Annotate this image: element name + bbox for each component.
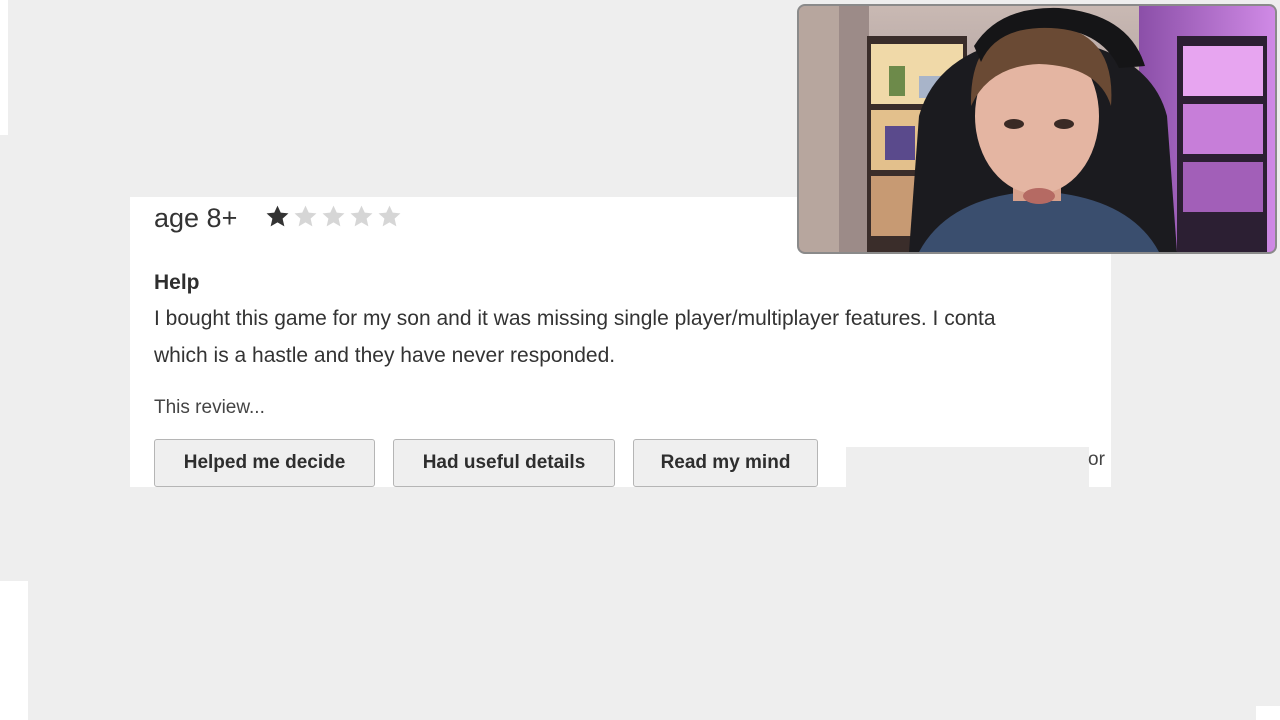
star-icon (294, 205, 317, 227)
star-icon (322, 205, 345, 227)
webcam-video-frame (799, 6, 1275, 252)
review-body: I bought this game for my son and it was… (154, 300, 1111, 374)
helped-me-decide-button[interactable]: Helped me decide (154, 439, 375, 487)
background-fragment (0, 581, 28, 720)
review-body-line: which is a hastle and they have never re… (154, 344, 616, 367)
age-rating-row: age 8+ (154, 203, 402, 234)
review-body-line: I bought this game for my son and it was… (154, 307, 996, 330)
feedback-prompt: This review... (154, 397, 265, 418)
star-icon (378, 205, 401, 227)
webcam-overlay (797, 4, 1277, 254)
review-title: Help (154, 271, 200, 294)
read-my-mind-button[interactable]: Read my mind (633, 439, 818, 487)
age-label: age 8+ (154, 203, 238, 233)
star-icon (350, 205, 373, 227)
star-icon (266, 205, 289, 227)
star-rating (265, 204, 402, 229)
had-useful-details-button[interactable]: Had useful details (393, 439, 615, 487)
obscured-button (846, 447, 1089, 487)
background-fragment (1256, 706, 1280, 720)
background-fragment (0, 0, 8, 135)
cut-off-text: or (1088, 449, 1105, 470)
